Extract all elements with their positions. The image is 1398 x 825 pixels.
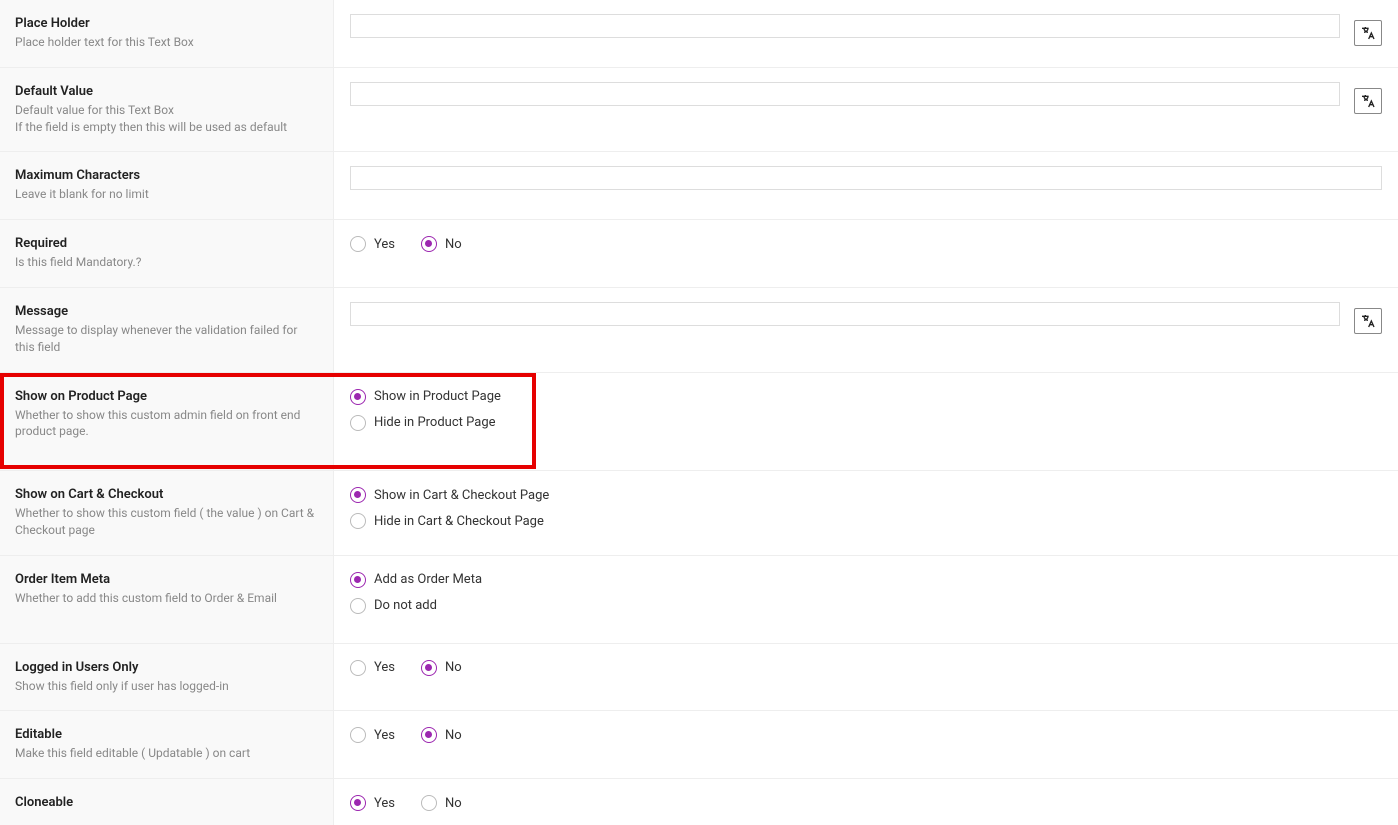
row-message: Message Message to display whenever the … (0, 288, 1398, 373)
logged-users-no-radio[interactable]: No (421, 660, 462, 676)
radio-icon (421, 660, 437, 676)
desc-editable: Make this field editable ( Updatable ) o… (15, 745, 318, 762)
translate-icon[interactable] (1354, 88, 1382, 114)
label-message: Message (15, 304, 318, 319)
desc-message: Message to display whenever the validati… (15, 322, 318, 356)
desc-max-chars: Leave it blank for no limit (15, 186, 318, 203)
translate-icon[interactable] (1354, 308, 1382, 334)
placeholder-input[interactable] (350, 14, 1340, 38)
default-value-input[interactable] (350, 82, 1340, 106)
radio-icon (350, 236, 366, 252)
radio-icon (350, 598, 366, 614)
desc-placeholder: Place holder text for this Text Box (15, 34, 318, 51)
row-placeholder: Place Holder Place holder text for this … (0, 0, 1398, 68)
desc-cloneable (15, 813, 318, 817)
radio-icon (350, 389, 366, 405)
cloneable-yes-radio[interactable]: Yes (350, 795, 395, 811)
message-input[interactable] (350, 302, 1340, 326)
row-order-item-meta: Order Item Meta Whether to add this cust… (0, 556, 1398, 644)
desc-default-value-1: Default value for this Text Box (15, 102, 318, 119)
row-logged-users: Logged in Users Only Show this field onl… (0, 644, 1398, 712)
label-default-value: Default Value (15, 84, 318, 99)
radio-icon (421, 727, 437, 743)
translate-icon[interactable] (1354, 20, 1382, 46)
desc-show-cart: Whether to show this custom field ( the … (15, 505, 318, 539)
row-default-value: Default Value Default value for this Tex… (0, 68, 1398, 153)
label-placeholder: Place Holder (15, 16, 318, 31)
label-logged-users: Logged in Users Only (15, 660, 318, 675)
show-product-show-radio[interactable]: Show in Product Page (350, 389, 501, 405)
show-product-hide-radio[interactable]: Hide in Product Page (350, 415, 496, 431)
desc-show-product: Whether to show this custom admin field … (15, 407, 318, 441)
editable-no-radio[interactable]: No (421, 727, 462, 743)
radio-icon (350, 660, 366, 676)
desc-default-value-2: If the field is empty then this will be … (15, 119, 318, 136)
required-no-radio[interactable]: No (421, 236, 462, 252)
required-yes-radio[interactable]: Yes (350, 236, 395, 252)
label-editable: Editable (15, 727, 318, 742)
label-show-cart: Show on Cart & Checkout (15, 487, 318, 502)
show-cart-hide-radio[interactable]: Hide in Cart & Checkout Page (350, 513, 544, 529)
row-show-cart-checkout: Show on Cart & Checkout Whether to show … (0, 471, 1398, 556)
radio-icon (350, 795, 366, 811)
show-cart-show-radio[interactable]: Show in Cart & Checkout Page (350, 487, 549, 503)
row-cloneable: Cloneable Yes No (0, 779, 1398, 825)
order-meta-add-radio[interactable]: Add as Order Meta (350, 572, 482, 588)
label-max-chars: Maximum Characters (15, 168, 318, 183)
order-meta-dont-add-radio[interactable]: Do not add (350, 598, 437, 614)
desc-order-meta: Whether to add this custom field to Orde… (15, 590, 318, 607)
radio-icon (350, 415, 366, 431)
radio-icon (421, 795, 437, 811)
row-max-characters: Maximum Characters Leave it blank for no… (0, 152, 1398, 220)
label-show-product: Show on Product Page (15, 389, 318, 404)
desc-required: Is this field Mandatory.? (15, 254, 318, 271)
radio-icon (350, 487, 366, 503)
row-editable: Editable Make this field editable ( Upda… (0, 711, 1398, 779)
desc-logged-users: Show this field only if user has logged-… (15, 678, 318, 695)
row-required: Required Is this field Mandatory.? Yes N… (0, 220, 1398, 288)
radio-icon (350, 572, 366, 588)
radio-icon (350, 727, 366, 743)
max-chars-input[interactable] (350, 166, 1382, 190)
cloneable-no-radio[interactable]: No (421, 795, 462, 811)
radio-icon (421, 236, 437, 252)
label-cloneable: Cloneable (15, 795, 318, 810)
editable-yes-radio[interactable]: Yes (350, 727, 395, 743)
row-show-product-page: Show on Product Page Whether to show thi… (0, 373, 1398, 472)
logged-users-yes-radio[interactable]: Yes (350, 660, 395, 676)
label-required: Required (15, 236, 318, 251)
label-order-meta: Order Item Meta (15, 572, 318, 587)
radio-icon (350, 513, 366, 529)
